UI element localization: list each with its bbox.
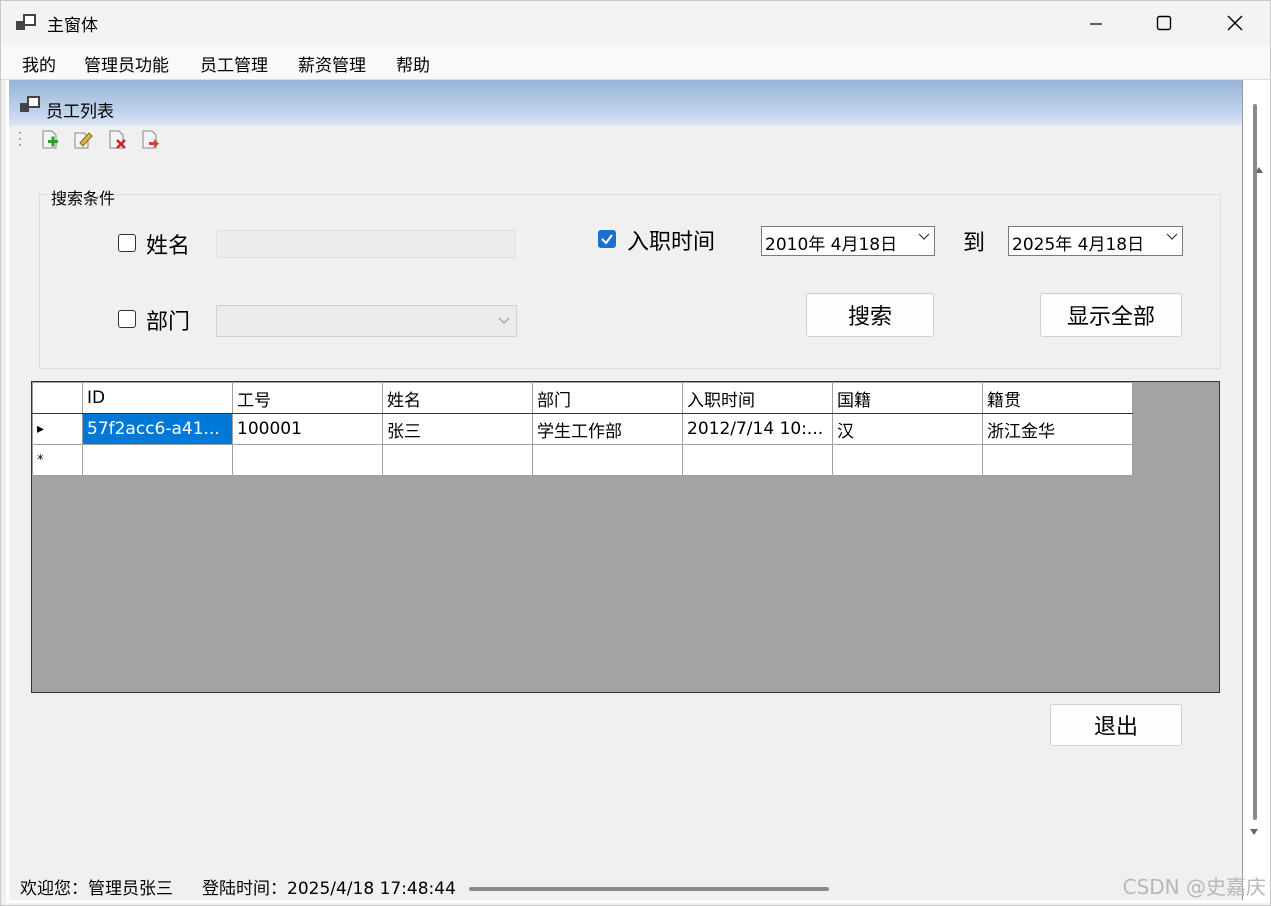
to-label: 到: [963, 231, 986, 256]
exit-button[interactable]: 退出: [1050, 704, 1182, 746]
menu-item-employee[interactable]: 员工管理: [200, 51, 268, 76]
toolbar-grip-icon: [19, 132, 21, 146]
status-bar: 欢迎您：管理员张三 登陆时间：2025/4/18 17:48:44: [1, 869, 1241, 903]
export-icon: [142, 130, 159, 149]
hire-date-checkbox[interactable]: [598, 230, 616, 248]
minimize-button[interactable]: [1073, 1, 1119, 45]
menu-item-mine[interactable]: 我的: [22, 51, 56, 76]
window-title: 主窗体: [47, 16, 98, 36]
table-cell[interactable]: [682, 444, 833, 476]
column-header-employee-no[interactable]: 工号: [232, 382, 383, 414]
scroll-down-icon[interactable]: [1249, 828, 1259, 836]
edit-button[interactable]: [72, 128, 96, 152]
maximize-icon: [1156, 15, 1172, 31]
table-cell[interactable]: [982, 444, 1133, 476]
maximize-button[interactable]: [1141, 1, 1187, 45]
checkmark-icon: [601, 234, 613, 245]
menu-item-salary[interactable]: 薪资管理: [298, 51, 366, 76]
department-select[interactable]: [216, 305, 517, 337]
hire-date-label: 入职时间: [627, 230, 716, 255]
column-header-native-place[interactable]: 籍贯: [982, 382, 1133, 414]
table-cell[interactable]: 张三: [382, 413, 533, 445]
table-cell[interactable]: 学生工作部: [532, 413, 683, 445]
new-row-indicator[interactable]: *: [32, 444, 83, 476]
show-all-button[interactable]: 显示全部: [1040, 293, 1182, 337]
child-title-bar: 员工列表: [9, 80, 1242, 126]
table-cell[interactable]: [82, 444, 233, 476]
table-cell[interactable]: 57f2acc6-a41...: [82, 413, 233, 445]
date-to-value: 2025年 4月18日: [1012, 235, 1145, 255]
name-checkbox[interactable]: [118, 234, 136, 252]
menu-item-admin[interactable]: 管理员功能: [84, 51, 169, 76]
row-header-corner[interactable]: [32, 382, 83, 414]
mdi-area: 员工列表 搜索条件 姓名 部门 入职时间 2010年 4月18日 到 2025年…: [6, 80, 1270, 903]
menu-item-help[interactable]: 帮助: [396, 51, 430, 76]
header-row: ID 工号 姓名 部门 入职时间 国籍 籍贯: [32, 382, 1133, 414]
child-window-title: 员工列表: [46, 102, 114, 122]
employee-list-window: 员工列表 搜索条件 姓名 部门 入职时间 2010年 4月18日 到 2025年…: [9, 80, 1243, 900]
add-icon: [42, 130, 58, 149]
table-cell[interactable]: [232, 444, 383, 476]
close-button[interactable]: [1212, 1, 1258, 45]
column-header-name[interactable]: 姓名: [382, 382, 533, 414]
minimize-icon: [1090, 23, 1102, 25]
column-header-nationality[interactable]: 国籍: [832, 382, 983, 414]
toolbar: [9, 126, 1242, 152]
table-cell[interactable]: 浙江金华: [982, 413, 1133, 445]
table-cell[interactable]: [532, 444, 683, 476]
table-cell[interactable]: 100001: [232, 413, 383, 445]
chevron-down-icon: [918, 233, 930, 240]
table-cell[interactable]: [382, 444, 533, 476]
status-welcome: 欢迎您：管理员张三: [20, 879, 173, 899]
app-icon: [16, 14, 36, 30]
search-button[interactable]: 搜索: [806, 293, 934, 337]
search-group-title: 搜索条件: [48, 185, 119, 209]
delete-button[interactable]: [106, 128, 130, 152]
department-checkbox[interactable]: [118, 310, 136, 328]
column-header-hire-date[interactable]: 入职时间: [682, 382, 833, 414]
column-header-id[interactable]: ID: [82, 382, 233, 414]
menu-bar: 我的 管理员功能 员工管理 薪资管理 帮助: [1, 45, 1270, 80]
current-row-indicator[interactable]: ▸: [32, 413, 83, 445]
employee-table: ID 工号 姓名 部门 入职时间 国籍 籍贯 ▸ 57f2acc6-a41...: [32, 382, 1133, 476]
add-button[interactable]: [39, 128, 63, 152]
watermark: CSDN @史嘉庆: [1122, 875, 1266, 899]
horizontal-scrollbar-thumb[interactable]: [469, 887, 829, 891]
close-icon: [1227, 15, 1243, 31]
department-label: 部门: [146, 310, 191, 335]
status-login-time: 登陆时间：2025/4/18 17:48:44: [202, 879, 456, 899]
name-input[interactable]: [216, 230, 516, 258]
table-cell[interactable]: 2012/7/14 10:...: [682, 413, 833, 445]
name-label: 姓名: [146, 234, 191, 259]
column-header-department[interactable]: 部门: [532, 382, 683, 414]
table-cell[interactable]: 汉: [832, 413, 983, 445]
table-cell[interactable]: [832, 444, 983, 476]
chevron-down-icon: [498, 317, 510, 324]
date-from-value: 2010年 4月18日: [765, 235, 898, 255]
new-row[interactable]: *: [32, 444, 1133, 476]
export-button[interactable]: [139, 128, 163, 152]
title-bar: 主窗体: [1, 1, 1270, 45]
edit-icon: [74, 132, 93, 149]
vertical-scrollbar-thumb[interactable]: [1253, 104, 1257, 820]
employee-grid[interactable]: ID 工号 姓名 部门 入职时间 国籍 籍贯 ▸ 57f2acc6-a41...: [31, 381, 1220, 693]
delete-icon: [109, 130, 126, 149]
table-row[interactable]: ▸ 57f2acc6-a41... 100001 张三 学生工作部 2012/7…: [32, 413, 1133, 445]
search-groupbox: 搜索条件 姓名 部门 入职时间 2010年 4月18日 到 2025年 4月18…: [39, 185, 1221, 369]
date-from-picker[interactable]: 2010年 4月18日: [761, 226, 935, 256]
chevron-down-icon: [1166, 233, 1178, 240]
main-window: 主窗体 我的 管理员功能 员工管理 薪资管理 帮助 员工列表 搜索条件 姓名 部…: [0, 0, 1271, 906]
date-to-picker[interactable]: 2025年 4月18日: [1008, 226, 1183, 256]
child-window-icon: [20, 96, 40, 112]
